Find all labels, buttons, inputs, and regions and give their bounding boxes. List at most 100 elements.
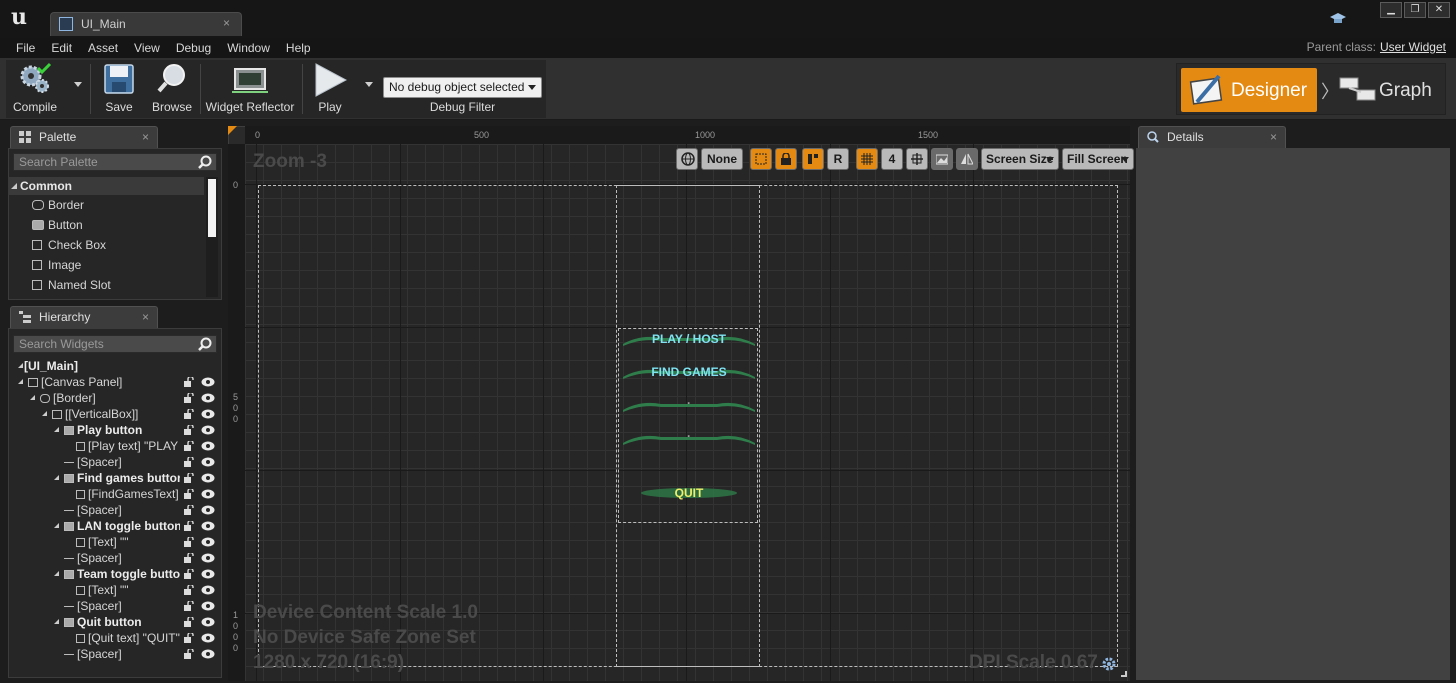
flow-direction-select[interactable]: None (701, 148, 743, 170)
palette-search-input[interactable] (19, 155, 197, 169)
hierarchy-tab[interactable]: Hierarchy × (10, 306, 158, 328)
close-panel-icon[interactable]: × (142, 307, 149, 327)
unlock-icon[interactable] (184, 377, 195, 387)
visibility-eye-icon[interactable] (201, 393, 215, 403)
hierarchy-row[interactable]: Team toggle button (54, 566, 180, 582)
menu-window[interactable]: Window (219, 40, 278, 56)
unlock-icon[interactable] (184, 489, 195, 499)
graph-mode-button[interactable]: Graph (1335, 68, 1443, 112)
expand-triangle-icon[interactable] (54, 427, 59, 432)
hierarchy-row[interactable]: [Quit text] "QUIT" (66, 630, 180, 646)
unlock-icon[interactable] (184, 425, 195, 435)
close-window-button[interactable]: ✕ (1428, 2, 1450, 18)
palette-scroll-thumb[interactable] (208, 179, 216, 237)
close-panel-icon[interactable]: × (1270, 127, 1277, 147)
visibility-eye-icon[interactable] (201, 585, 215, 595)
play-host-widget-button[interactable]: PLAY / HOST (621, 330, 757, 348)
unlock-icon[interactable] (184, 409, 195, 419)
visibility-eye-icon[interactable] (201, 601, 215, 611)
expand-triangle-icon[interactable] (18, 379, 23, 384)
visibility-eye-icon[interactable] (201, 521, 215, 531)
localization-globe-button[interactable] (676, 148, 698, 170)
resize-handle[interactable] (1121, 671, 1127, 677)
visibility-eye-icon[interactable] (201, 649, 215, 659)
quit-widget-button[interactable]: QUIT (621, 484, 757, 502)
expand-triangle-icon[interactable] (54, 475, 59, 480)
hierarchy-row[interactable]: [FindGamesText] (66, 486, 180, 502)
hierarchy-row[interactable]: [Spacer] (54, 454, 180, 470)
grid-snap-toggle[interactable] (856, 148, 878, 170)
designer-mode-button[interactable]: Designer (1181, 68, 1317, 112)
unlock-icon[interactable] (184, 601, 195, 611)
background-toggle[interactable] (931, 148, 953, 170)
respect-locks-toggle[interactable] (750, 148, 772, 170)
palette-item-image[interactable]: Image (30, 256, 81, 274)
palette-item-named-slot[interactable]: Named Slot (30, 276, 111, 294)
play-button[interactable]: Play (304, 60, 356, 118)
visibility-eye-icon[interactable] (201, 537, 215, 547)
unlock-icon[interactable] (184, 457, 195, 467)
visibility-eye-icon[interactable] (201, 505, 215, 515)
layout-toggle[interactable] (802, 148, 824, 170)
menu-file[interactable]: File (8, 40, 43, 56)
compile-options-arrow-icon[interactable] (74, 82, 82, 87)
unlock-icon[interactable] (184, 617, 195, 627)
r-toggle[interactable]: R (827, 148, 849, 170)
expand-triangle-icon[interactable] (18, 363, 23, 368)
hierarchy-row[interactable]: [Play text] "PLAY (66, 438, 180, 454)
fill-screen-select[interactable]: Fill Screen (1062, 148, 1134, 170)
compile-button[interactable]: Compile (8, 60, 70, 118)
grid-size-select[interactable]: 4 (881, 148, 903, 170)
expand-triangle-icon[interactable] (54, 571, 59, 576)
hierarchy-row[interactable]: [Spacer] (54, 598, 180, 614)
palette-item-button[interactable]: Button (30, 216, 83, 234)
unlock-icon[interactable] (184, 537, 195, 547)
parent-class-link[interactable]: User Widget (1380, 40, 1446, 54)
menu-debug[interactable]: Debug (168, 40, 219, 56)
expand-triangle-icon[interactable] (30, 395, 35, 400)
maximize-button[interactable]: ❐ (1404, 2, 1426, 18)
hierarchy-row[interactable]: Find games button (54, 470, 180, 486)
palette-search-field[interactable] (13, 153, 217, 171)
menu-help[interactable]: Help (278, 40, 319, 56)
unlock-icon[interactable] (184, 521, 195, 531)
minimize-button[interactable]: ▁ (1380, 2, 1402, 18)
visibility-eye-icon[interactable] (201, 473, 215, 483)
find-games-widget-button[interactable]: FIND GAMES (621, 363, 757, 381)
unlock-icon[interactable] (184, 553, 195, 563)
hierarchy-row[interactable]: [Text] "" (66, 534, 180, 550)
visibility-eye-icon[interactable] (201, 377, 215, 387)
menu-edit[interactable]: Edit (43, 40, 80, 56)
hierarchy-row[interactable]: [[VerticalBox]] (42, 406, 180, 422)
visibility-eye-icon[interactable] (201, 425, 215, 435)
learn-hat-icon[interactable] (1330, 12, 1346, 26)
details-tab[interactable]: Details × (1138, 126, 1286, 148)
hierarchy-row[interactable]: Quit button (54, 614, 180, 630)
unreal-logo-icon[interactable]: u (6, 4, 32, 30)
visibility-eye-icon[interactable] (201, 441, 215, 451)
screen-size-select[interactable]: Screen Size (981, 148, 1059, 170)
unlock-icon[interactable] (184, 505, 195, 515)
zoom-to-fit-button[interactable] (906, 148, 928, 170)
hierarchy-search-field[interactable] (13, 335, 217, 353)
lan-toggle-widget-button[interactable]: · (621, 396, 757, 414)
visibility-eye-icon[interactable] (201, 633, 215, 643)
browse-button[interactable]: Browse (146, 60, 198, 118)
hierarchy-row[interactable]: LAN toggle button (54, 518, 180, 534)
visibility-eye-icon[interactable] (201, 569, 215, 579)
debug-object-select[interactable]: No debug object selected (383, 77, 542, 98)
hierarchy-row[interactable]: Play button (54, 422, 180, 438)
hierarchy-row[interactable]: [Spacer] (54, 646, 180, 662)
lock-toggle[interactable] (775, 148, 797, 170)
palette-item-check-box[interactable]: Check Box (30, 236, 106, 254)
menu-asset[interactable]: Asset (80, 40, 126, 56)
save-button[interactable]: Save (94, 60, 144, 118)
palette-category-common[interactable]: Common (8, 177, 204, 195)
visibility-eye-icon[interactable] (201, 489, 215, 499)
hierarchy-row[interactable]: [Border] (30, 390, 180, 406)
mirror-toggle[interactable] (956, 148, 978, 170)
unlock-icon[interactable] (184, 633, 195, 643)
expand-triangle-icon[interactable] (42, 411, 47, 416)
dpi-settings-gear-icon[interactable] (1101, 656, 1117, 672)
hierarchy-search-input[interactable] (19, 337, 197, 351)
